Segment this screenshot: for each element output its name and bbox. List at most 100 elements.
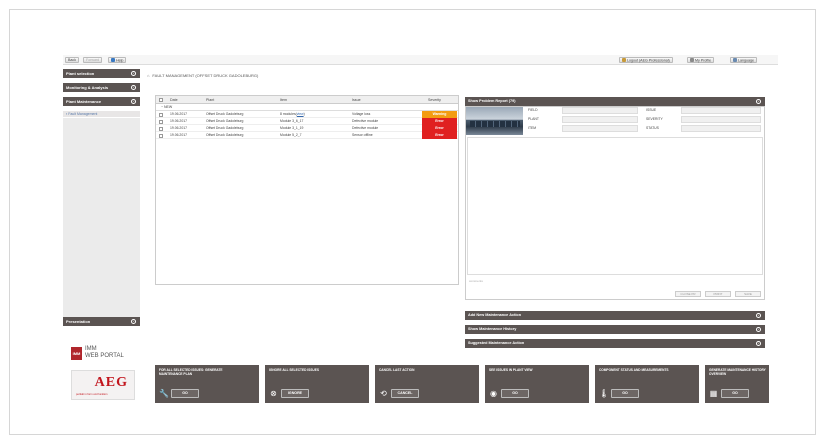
row-checkbox[interactable] — [159, 133, 163, 138]
add-maintenance-header[interactable]: Add New Maintenance Action › — [465, 311, 765, 320]
cell-date: 19.06.2017 — [170, 133, 187, 137]
select-all-checkbox[interactable] — [159, 98, 163, 102]
item-label: ITEM — [528, 126, 537, 130]
table-row[interactable]: 19.06.2017 Offset Druck Gadoleburg 8 mod… — [156, 111, 458, 118]
cell-item: Module 3_1_19 — [280, 126, 304, 130]
action-generate-plan: For all selected issues: Generate Mainte… — [155, 365, 259, 403]
row-checkbox[interactable] — [159, 119, 163, 124]
suggested-maintenance-header[interactable]: Suggested Maintenance Action › — [465, 339, 765, 348]
forward-button[interactable]: Forward — [83, 57, 103, 63]
print-button[interactable]: PRINT — [705, 291, 731, 297]
row-checkbox[interactable] — [159, 112, 163, 117]
imm-logo: IMM IMM WEB PORTAL — [71, 345, 133, 363]
status-value — [681, 125, 761, 132]
table-header: Date Plant Item Issue Severity — [156, 96, 458, 104]
history-overview-go-button[interactable]: GO — [721, 389, 749, 398]
plant-view-go-button[interactable]: GO — [501, 389, 529, 398]
severity-value — [681, 116, 761, 123]
language-icon — [733, 58, 737, 62]
item-prefix: 8 modules( — [280, 112, 297, 116]
maintenance-history-header[interactable]: Show Maintenance History › — [465, 325, 765, 334]
group-label: NEW — [164, 105, 173, 109]
column-item[interactable]: Item — [280, 96, 287, 104]
row-checkbox[interactable] — [159, 126, 163, 131]
my-profile-button[interactable]: My Profile — [687, 57, 714, 63]
app-window: Back Forward Help Logout (AEG Profession… — [63, 55, 778, 405]
action-label: See issues in plant view — [489, 368, 533, 372]
problem-report-title: Show Problem Report (79) — [468, 99, 516, 103]
sidebar-item-monitoring[interactable]: Monitoring & Analysis › — [63, 83, 140, 92]
sidebar-item-plant-maintenance[interactable]: Plant Maintenance › — [63, 97, 140, 106]
sidebar-item-label: Monitoring & Analysis — [66, 85, 109, 90]
group-row-new[interactable]: − NEW — [156, 104, 458, 111]
cancel-button[interactable]: CANCEL — [391, 389, 419, 398]
column-date[interactable]: Date — [170, 96, 178, 104]
cell-date: 19.06.2017 — [170, 119, 187, 123]
action-bar: For all selected issues: Generate Mainte… — [155, 365, 769, 405]
column-severity[interactable]: Severity — [428, 96, 441, 104]
expand-icon[interactable]: › — [756, 341, 761, 346]
field-value — [562, 107, 638, 114]
action-history-overview: Generate maintenance history overview ▦ … — [705, 365, 769, 403]
table-row[interactable]: 19.06.2017 Offset Druck Gadoleburg Modul… — [156, 132, 458, 139]
top-toolbar: Back Forward Help Logout (AEG Profession… — [63, 55, 778, 65]
logout-button[interactable]: Logout (AEG Professional) — [619, 57, 673, 63]
thermometer-icon: 🌡 — [599, 389, 610, 398]
comment-placeholder: comments — [469, 279, 483, 283]
field-label: FIELD — [528, 108, 538, 112]
ignore-button[interactable]: IGNORE — [281, 389, 309, 398]
breadcrumb: ⌂ FAULT MANAGEMENT (OFFSET DRUCK GADOLEBU… — [147, 73, 258, 78]
severity-badge: Error — [422, 125, 457, 132]
forward-label: Forward — [86, 58, 100, 62]
problem-report-body: FIELD PLANT ITEM ISSUE SEVERITY STATUS c… — [465, 106, 765, 300]
action-ignore: Ignore all selected issues ⊗ IGNORE — [265, 365, 369, 403]
sidebar-item-fault-management[interactable]: ▪ Fault Management — [63, 111, 140, 117]
table-row[interactable]: 19.06.2017 Offset Druck Gadoleburg Modul… — [156, 118, 458, 125]
page-title: FAULT MANAGEMENT (OFFSET DRUCK GADOLEBUR… — [152, 73, 259, 78]
column-issue[interactable]: Issue — [352, 96, 361, 104]
action-label: Ignore all selected issues — [269, 368, 319, 372]
sidebar-item-label: Presentation — [66, 319, 91, 324]
close-pr-button[interactable]: CLOSE PR — [675, 291, 701, 297]
sidebar-item-plant-selection[interactable]: Plant selection › — [63, 69, 140, 78]
action-label: Cancel last action — [379, 368, 415, 372]
imm-logo-line2: WEB PORTAL — [85, 353, 124, 359]
cell-plant: Offset Druck Gadoleburg — [206, 133, 244, 137]
column-plant[interactable]: Plant — [206, 96, 214, 104]
view-modules-link[interactable]: view — [297, 112, 304, 116]
cell-plant: Offset Druck Gadoleburg — [206, 112, 244, 116]
table-row[interactable]: 19.06.2017 Offset Druck Gadoleburg Modul… — [156, 125, 458, 132]
problem-report-panel: Show Problem Report (79) › FIELD PLANT I… — [465, 97, 765, 397]
collapse-icon[interactable]: › — [756, 99, 761, 104]
report-details-area[interactable] — [467, 137, 763, 275]
generate-plan-go-button[interactable]: GO — [171, 389, 199, 398]
cell-date: 19.06.2017 — [170, 126, 187, 130]
action-label: Generate maintenance history overview — [709, 368, 766, 376]
item-suffix: ) — [303, 112, 305, 116]
calendar-icon: ▦ — [709, 389, 718, 398]
eye-icon: ◉ — [490, 389, 497, 398]
action-label: Component status and measurements — [599, 368, 669, 372]
expand-icon[interactable]: › — [756, 313, 761, 318]
action-component-status: Component status and measurements 🌡 GO — [595, 365, 699, 403]
sidebar-item-presentation[interactable]: Presentation › — [63, 317, 140, 326]
plant-value — [562, 116, 638, 123]
help-button[interactable]: Help — [108, 57, 127, 63]
language-button[interactable]: Language — [730, 57, 757, 63]
sidebar-empty-area — [63, 118, 140, 317]
cell-issue: Sensor offline — [352, 133, 373, 137]
panel-title: Suggested Maintenance Action — [468, 341, 525, 345]
undo-icon: ⟲ — [380, 389, 387, 398]
save-button[interactable]: SAVE — [735, 291, 761, 297]
component-status-go-button[interactable]: GO — [611, 389, 639, 398]
sidebar-item-label: Plant selection — [66, 71, 95, 76]
severity-label: SEVERITY — [646, 117, 663, 121]
back-button[interactable]: Back — [65, 57, 79, 63]
expand-icon[interactable]: › — [756, 327, 761, 332]
cell-issue: Defective module — [352, 126, 379, 130]
problem-report-header[interactable]: Show Problem Report (79) › — [465, 97, 765, 106]
home-icon[interactable]: ⌂ — [147, 73, 149, 78]
issue-label: ISSUE — [646, 108, 657, 112]
chevron-icon: › — [131, 85, 136, 90]
comment-field[interactable]: comments CLOSE PR PRINT SAVE — [467, 277, 763, 299]
